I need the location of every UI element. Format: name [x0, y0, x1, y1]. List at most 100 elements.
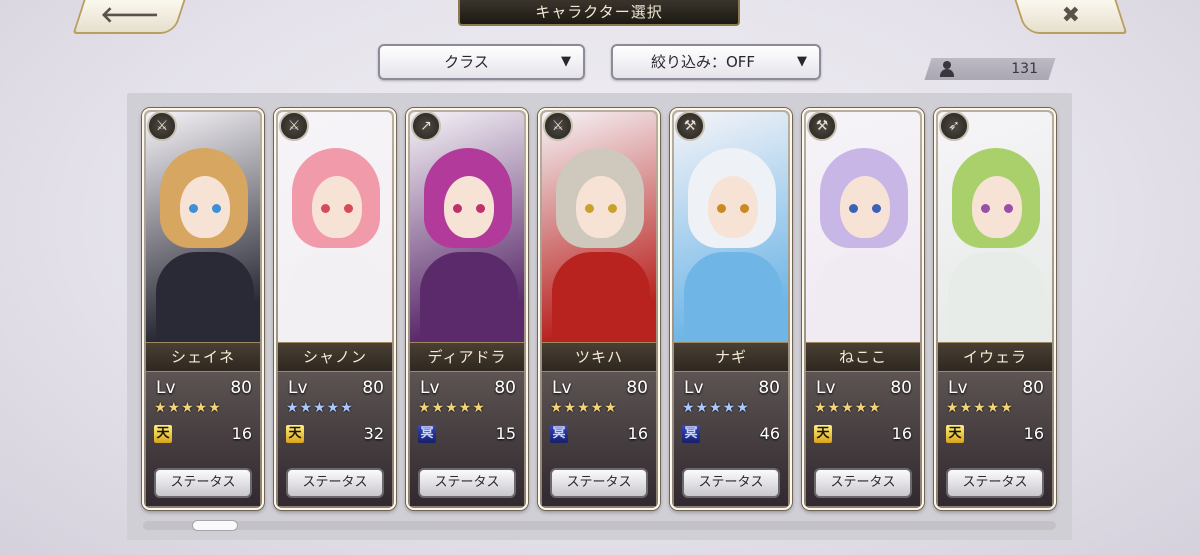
status-button[interactable]: ステータス — [946, 468, 1044, 498]
character-card[interactable]: ⚔ ツキハ Lv 80 ★★★★★ 冥 16 ステータス — [538, 108, 660, 510]
sword-icon: ⚔ — [147, 111, 177, 141]
character-name: シャノン — [278, 342, 392, 372]
portrait-eye — [1004, 204, 1013, 213]
portrait-body — [552, 252, 650, 342]
character-card-row: ⚔ シェイネ Lv 80 ★★★★★ 天 16 ステータス ⚔ シャノン Lv … — [142, 108, 1056, 510]
portrait-face — [180, 176, 230, 238]
status-button[interactable]: ステータス — [154, 468, 252, 498]
level-value: 80 — [230, 378, 252, 398]
level-label: Lv — [816, 378, 836, 398]
rank-value: 16 — [231, 424, 252, 443]
rank-row: 冥 15 — [418, 424, 516, 443]
portrait-body — [816, 252, 914, 342]
status-button[interactable]: ステータス — [682, 468, 780, 498]
level-row: Lv 80 — [420, 378, 516, 398]
chevron-down-icon: ▼ — [797, 54, 807, 69]
character-card[interactable]: ⚒ ねここ Lv 80 ★★★★★ 天 16 ステータス — [802, 108, 924, 510]
character-name: ツキハ — [542, 342, 656, 372]
character-info: ねここ Lv 80 ★★★★★ 天 16 ステータス — [806, 342, 920, 506]
character-portrait — [278, 112, 392, 342]
portrait-face — [576, 176, 626, 238]
portrait-eye — [212, 204, 221, 213]
portrait-eye — [189, 204, 198, 213]
level-row: Lv 80 — [552, 378, 648, 398]
portrait-eye — [321, 204, 330, 213]
scrollbar-thumb[interactable] — [192, 520, 238, 531]
rank-badge: 天 — [946, 424, 964, 443]
horizontal-scrollbar[interactable] — [143, 521, 1056, 530]
back-button[interactable]: 🡐 — [72, 0, 186, 34]
status-button[interactable]: ステータス — [550, 468, 648, 498]
character-card[interactable]: ⚔ シャノン Lv 80 ★★★★★ 天 32 ステータス — [274, 108, 396, 510]
level-value: 80 — [758, 378, 780, 398]
level-row: Lv 80 — [816, 378, 912, 398]
rank-row: 天 16 — [814, 424, 912, 443]
rank-value: 16 — [891, 424, 912, 443]
rarity-stars: ★★★★★ — [550, 400, 618, 416]
portrait-eye — [585, 204, 594, 213]
portrait-body — [684, 252, 782, 342]
character-info: ナギ Lv 80 ★★★★★ 冥 46 ステータス — [674, 342, 788, 506]
portrait-eye — [344, 204, 353, 213]
character-card[interactable]: ➶ イウェラ Lv 80 ★★★★★ 天 16 ステータス — [934, 108, 1056, 510]
rank-value: 16 — [1023, 424, 1044, 443]
rank-badge: 冥 — [550, 424, 568, 443]
level-label: Lv — [156, 378, 176, 398]
back-arrow-icon: 🡐 — [99, 3, 159, 28]
rarity-stars: ★★★★★ — [286, 400, 354, 416]
axe-icon: ⚒ — [675, 111, 705, 141]
rank-value: 16 — [627, 424, 648, 443]
rank-badge: 天 — [814, 424, 832, 443]
character-card[interactable]: ⚔ シェイネ Lv 80 ★★★★★ 天 16 ステータス — [142, 108, 264, 510]
class-dropdown-label: クラス — [444, 53, 489, 71]
class-dropdown[interactable]: クラス ▼ — [378, 44, 585, 80]
character-name: ねここ — [806, 342, 920, 372]
portrait-face — [972, 176, 1022, 238]
rank-value: 32 — [363, 424, 384, 443]
character-portrait — [938, 112, 1052, 342]
portrait-eye — [476, 204, 485, 213]
rarity-stars: ★★★★★ — [418, 400, 486, 416]
portrait-eye — [453, 204, 462, 213]
level-row: Lv 80 — [948, 378, 1044, 398]
status-button[interactable]: ステータス — [814, 468, 912, 498]
character-name: ディアドラ — [410, 342, 524, 372]
axe-icon: ⚒ — [807, 111, 837, 141]
close-button[interactable]: ✖ — [1014, 0, 1128, 34]
status-button[interactable]: ステータス — [286, 468, 384, 498]
roster-count-value: 131 — [1011, 61, 1038, 77]
character-info: ツキハ Lv 80 ★★★★★ 冥 16 ステータス — [542, 342, 656, 506]
level-value: 80 — [626, 378, 648, 398]
status-button[interactable]: ステータス — [418, 468, 516, 498]
portrait-body — [420, 252, 518, 342]
portrait-eye — [981, 204, 990, 213]
portrait-body — [288, 252, 386, 342]
portrait-eye — [608, 204, 617, 213]
rank-badge: 冥 — [682, 424, 700, 443]
portrait-eye — [872, 204, 881, 213]
level-label: Lv — [420, 378, 440, 398]
level-value: 80 — [1022, 378, 1044, 398]
rank-value: 46 — [759, 424, 780, 443]
rarity-stars: ★★★★★ — [946, 400, 1014, 416]
portrait-face — [840, 176, 890, 238]
level-label: Lv — [552, 378, 572, 398]
close-icon: ✖ — [1061, 3, 1080, 28]
filter-dropdown[interactable]: 絞り込み：OFF ▼ — [611, 44, 821, 80]
chevron-down-icon: ▼ — [561, 54, 571, 69]
character-card[interactable]: ↗ ディアドラ Lv 80 ★★★★★ 冥 15 ステータス — [406, 108, 528, 510]
portrait-eye — [740, 204, 749, 213]
character-info: シャノン Lv 80 ★★★★★ 天 32 ステータス — [278, 342, 392, 506]
page-title: キャラクター選択 — [458, 0, 740, 26]
level-label: Lv — [288, 378, 308, 398]
portrait-body — [948, 252, 1046, 342]
rarity-stars: ★★★★★ — [682, 400, 750, 416]
level-row: Lv 80 — [288, 378, 384, 398]
portrait-face — [444, 176, 494, 238]
character-portrait — [146, 112, 260, 342]
sword-icon: ⚔ — [543, 111, 573, 141]
level-value: 80 — [362, 378, 384, 398]
character-card[interactable]: ⚒ ナギ Lv 80 ★★★★★ 冥 46 ステータス — [670, 108, 792, 510]
rank-row: 冥 46 — [682, 424, 780, 443]
character-info: イウェラ Lv 80 ★★★★★ 天 16 ステータス — [938, 342, 1052, 506]
